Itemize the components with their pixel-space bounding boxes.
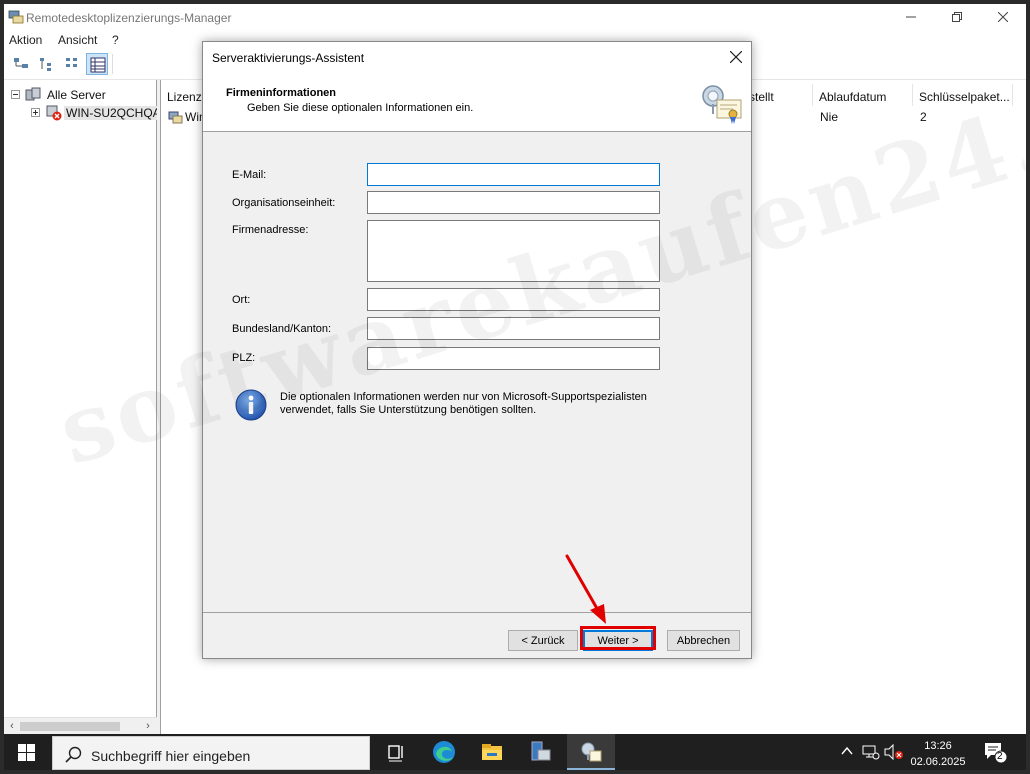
- postal-code-field[interactable]: [367, 347, 660, 370]
- scroll-left-icon[interactable]: ‹: [5, 720, 19, 732]
- dialog-titlebar: Serveraktivierungs-Assistent: [203, 42, 751, 72]
- notification-center-button[interactable]: 2: [982, 740, 1008, 764]
- email-label: E-Mail:: [232, 169, 267, 181]
- annotation-arrow: [565, 554, 606, 624]
- start-button[interactable]: [4, 734, 50, 770]
- server-manager-taskbar-button[interactable]: [516, 734, 564, 770]
- tree-label-server: WIN-SU2QCHQA: [64, 106, 163, 120]
- wizard-page-title: Firmeninformationen: [226, 87, 337, 99]
- taskbar: Suchbegriff hier eingeben 13:26 02.06.20…: [4, 734, 1026, 770]
- details-view-icon: [90, 57, 106, 73]
- back-button[interactable]: < Zurück: [508, 630, 578, 651]
- info-icon: [235, 389, 267, 421]
- edge-taskbar-button[interactable]: [420, 734, 468, 770]
- cancel-button[interactable]: Abbrechen: [667, 630, 740, 651]
- edge-icon: [433, 741, 455, 763]
- postal-code-label: PLZ:: [232, 352, 256, 364]
- tree-pane: Alle Server WIN-SU2QCHQA ‹ ›: [4, 80, 163, 734]
- notification-icon: [985, 743, 1008, 764]
- large-icons-icon: [14, 58, 28, 68]
- search-icon: [65, 746, 82, 763]
- expand-toggle[interactable]: [31, 108, 40, 117]
- organizational-unit-field[interactable]: [367, 191, 660, 214]
- details-view-button[interactable]: [86, 53, 108, 75]
- company-address-field[interactable]: [367, 220, 660, 282]
- close-icon: [998, 12, 1008, 22]
- tree-horizontal-scrollbar[interactable]: ‹ ›: [4, 717, 157, 734]
- task-view-button[interactable]: [372, 734, 420, 770]
- server-manager-icon: [531, 741, 551, 761]
- chevron-up-icon[interactable]: [840, 744, 854, 758]
- volume-muted-icon[interactable]: [884, 744, 904, 760]
- menu-help[interactable]: ?: [112, 32, 119, 48]
- tree-item-server[interactable]: WIN-SU2QCHQA: [4, 104, 163, 122]
- certificate-icon: [702, 85, 742, 124]
- server-group-icon: [25, 87, 41, 101]
- restore-button[interactable]: [934, 6, 980, 28]
- task-view-icon: [388, 745, 403, 762]
- minimize-button[interactable]: [888, 6, 934, 28]
- main-titlebar: Remotedesktoplizenzierungs-Manager: [4, 4, 1026, 30]
- small-icons-view-button[interactable]: [36, 53, 58, 75]
- cell-expiry: Nie: [820, 110, 839, 124]
- column-header-created[interactable]: stellt: [743, 84, 813, 106]
- scroll-right-icon[interactable]: ›: [141, 720, 155, 732]
- toolbar-separator: [112, 54, 113, 74]
- dialog-title: Serveraktivierungs-Assistent: [212, 51, 365, 65]
- state-field[interactable]: [367, 317, 660, 340]
- large-icons-view-button[interactable]: [10, 53, 32, 75]
- scrollbar-thumb[interactable]: [20, 722, 120, 731]
- close-icon: [730, 51, 742, 63]
- column-header-expiry[interactable]: Ablaufdatum: [813, 84, 913, 106]
- menu-ansicht[interactable]: Ansicht: [58, 32, 97, 48]
- list-view-icon: [66, 58, 77, 67]
- email-field[interactable]: [367, 163, 660, 186]
- organizational-unit-label: Organisationseinheit:: [232, 197, 336, 209]
- minimize-icon: [906, 16, 916, 18]
- file-explorer-taskbar-button[interactable]: [468, 734, 516, 770]
- window-title: Remotedesktoplizenzierungs-Manager: [26, 11, 232, 25]
- city-field[interactable]: [367, 288, 660, 311]
- windows-start-icon: [18, 744, 35, 761]
- tree-label-all-servers: Alle Server: [47, 88, 106, 102]
- screen: Remotedesktoplizenzierungs-Manager Aktio…: [4, 4, 1026, 770]
- license-manager-icon: [581, 742, 602, 762]
- dialog-close-button[interactable]: [725, 46, 747, 68]
- close-button[interactable]: [980, 6, 1026, 28]
- clock-time: 13:26: [924, 740, 952, 752]
- notification-count: 2: [997, 751, 1003, 762]
- server-activation-dialog: Serveraktivierungs-Assistent Firmeninfor…: [202, 41, 752, 659]
- app-icon: [8, 10, 24, 24]
- tree-item-all-servers[interactable]: Alle Server: [4, 86, 154, 104]
- small-icons-icon: [40, 58, 51, 71]
- search-placeholder: Suchbegriff hier eingeben: [91, 748, 251, 764]
- license-row-icon: [168, 111, 183, 124]
- wizard-header: Firmeninformationen Geben Sie diese opti…: [203, 72, 751, 132]
- info-message: Die optionalen Informationen werden nur …: [280, 391, 647, 416]
- highlight-box: [580, 626, 656, 650]
- taskbar-search-box[interactable]: Suchbegriff hier eingeben: [52, 736, 370, 770]
- file-explorer-icon: [482, 744, 502, 760]
- collapse-toggle[interactable]: [11, 90, 20, 99]
- network-icon[interactable]: [862, 744, 880, 760]
- city-label: Ort:: [232, 294, 251, 306]
- wizard-page-subtitle: Geben Sie diese optionalen Informationen…: [247, 102, 474, 114]
- state-label: Bundesland/Kanton:: [232, 323, 332, 335]
- server-error-icon: [46, 105, 62, 121]
- company-address-label: Firmenadresse:: [232, 224, 309, 236]
- taskbar-clock[interactable]: 13:26 02.06.2025: [902, 738, 974, 770]
- footer-separator: [203, 612, 751, 613]
- clock-date: 02.06.2025: [910, 756, 966, 768]
- list-view-button[interactable]: [62, 53, 84, 75]
- license-manager-taskbar-button[interactable]: [567, 734, 615, 770]
- cell-key-packs: 2: [920, 110, 927, 124]
- menu-aktion[interactable]: Aktion: [9, 32, 42, 48]
- column-header-key-packs[interactable]: Schlüsselpaket...: [913, 84, 1013, 106]
- restore-icon: [952, 12, 962, 22]
